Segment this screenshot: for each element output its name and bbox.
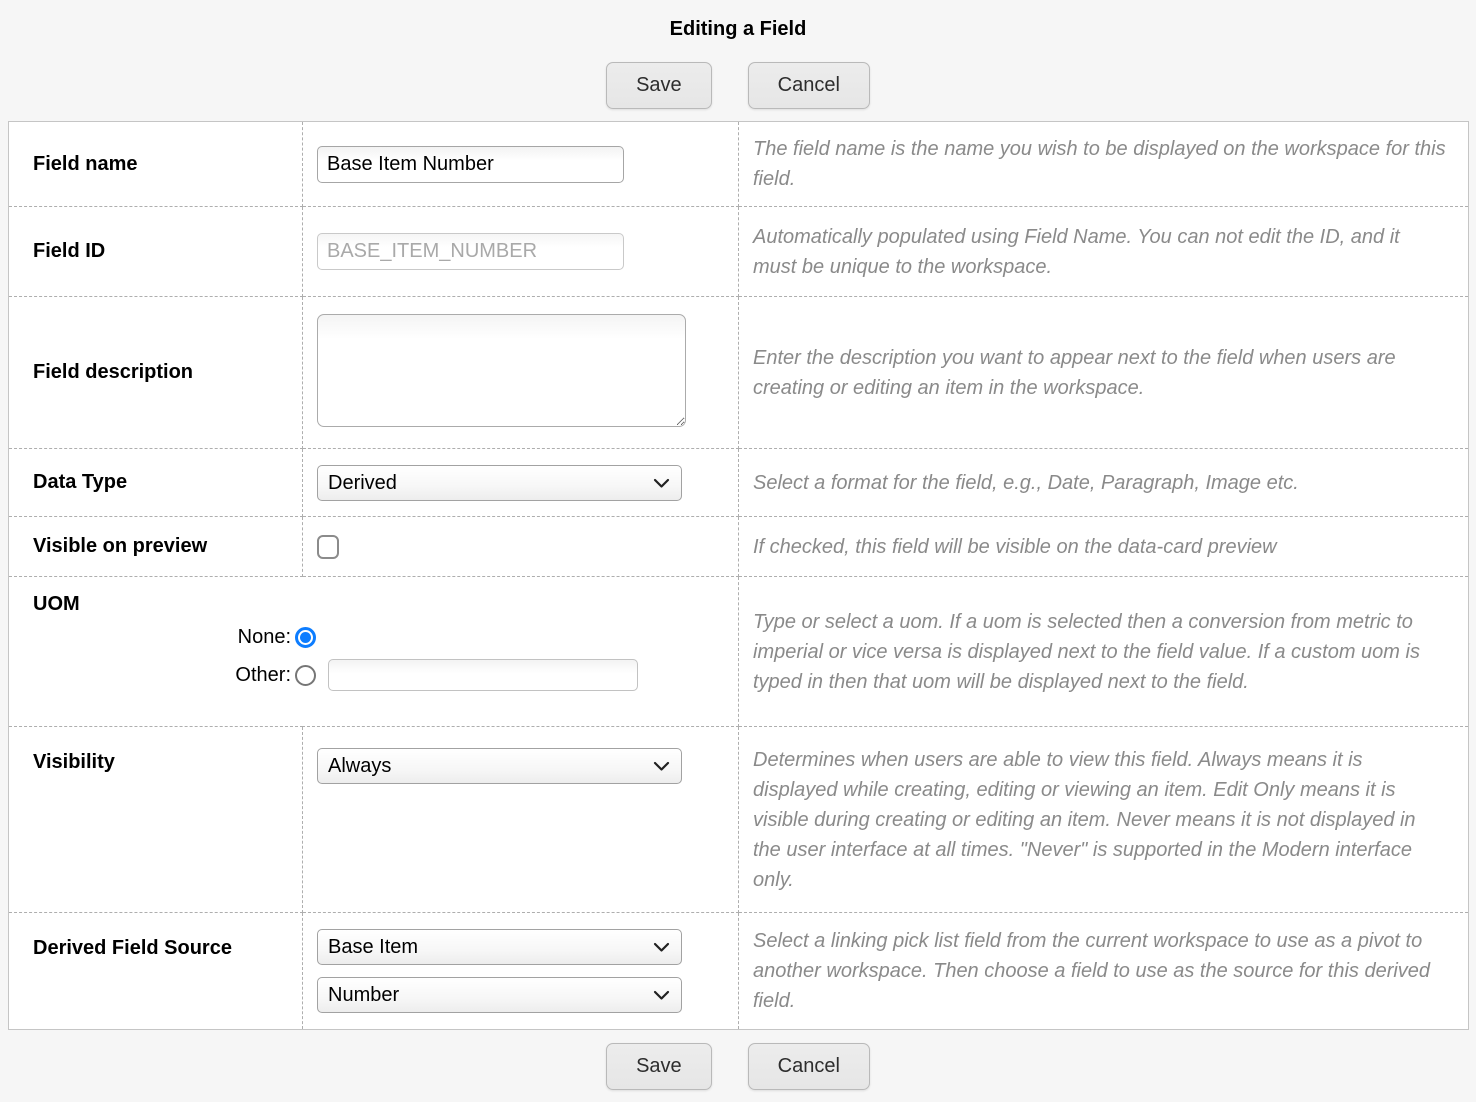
derived-pivot-field-select[interactable]: Base Item — [317, 929, 682, 965]
data-type-description: Select a format for the field, e.g., Dat… — [739, 449, 1469, 517]
field-description-description: Enter the description you want to appear… — [739, 297, 1469, 449]
field-name-label: Field name — [9, 122, 303, 207]
uom-other-radio[interactable] — [295, 665, 316, 686]
visibility-description: Determines when users are able to view t… — [739, 727, 1469, 913]
row-data-type: Data Type Derived Select a format for th… — [9, 449, 1469, 517]
page-title: Editing a Field — [0, 0, 1476, 41]
uom-label: UOM — [33, 593, 738, 616]
row-field-description: Field description Enter the description … — [9, 297, 1469, 449]
save-button[interactable]: Save — [606, 1043, 712, 1090]
row-uom: UOM None: Other: Type or select a uom. I… — [9, 577, 1469, 727]
uom-none-label: None: — [33, 626, 295, 649]
uom-other-input[interactable] — [328, 659, 638, 691]
edit-field-page: Editing a Field Save Cancel Field name T… — [0, 0, 1476, 1102]
save-button[interactable]: Save — [606, 62, 712, 109]
top-button-row: Save Cancel — [0, 62, 1476, 109]
row-field-name: Field name The field name is the name yo… — [9, 122, 1469, 207]
row-derived-field-source: Derived Field Source Base Item Number — [9, 913, 1469, 1030]
field-description-label: Field description — [9, 297, 303, 449]
uom-none-radio[interactable] — [295, 627, 316, 648]
visible-on-preview-label: Visible on preview — [9, 517, 303, 577]
data-type-select[interactable]: Derived — [317, 465, 682, 501]
field-id-input — [317, 233, 624, 270]
visible-on-preview-description: If checked, this field will be visible o… — [739, 517, 1469, 577]
row-visible-on-preview: Visible on preview If checked, this fiel… — [9, 517, 1469, 577]
derived-source-field-select[interactable]: Number — [317, 977, 682, 1013]
cancel-button[interactable]: Cancel — [748, 1043, 870, 1090]
field-name-input[interactable] — [317, 146, 624, 183]
uom-other-label: Other: — [33, 664, 295, 687]
cancel-button[interactable]: Cancel — [748, 62, 870, 109]
field-description-textarea[interactable] — [317, 314, 686, 427]
uom-other-option: Other: — [33, 659, 738, 691]
row-visibility: Visibility Always Determines when users … — [9, 727, 1469, 913]
uom-description: Type or select a uom. If a uom is select… — [739, 577, 1469, 727]
data-type-label: Data Type — [9, 449, 303, 517]
row-field-id: Field ID Automatically populated using F… — [9, 207, 1469, 297]
uom-none-option: None: — [33, 626, 738, 649]
derived-field-source-label: Derived Field Source — [9, 913, 303, 1030]
field-id-label: Field ID — [9, 207, 303, 297]
field-id-description: Automatically populated using Field Name… — [739, 207, 1469, 297]
visibility-select[interactable]: Always — [317, 748, 682, 784]
visibility-label: Visibility — [9, 727, 303, 913]
visible-on-preview-checkbox[interactable] — [317, 535, 339, 559]
derived-field-source-description: Select a linking pick list field from th… — [739, 913, 1469, 1030]
bottom-button-row: Save Cancel — [0, 1043, 1476, 1090]
field-name-description: The field name is the name you wish to b… — [739, 122, 1469, 207]
field-editor-table: Field name The field name is the name yo… — [8, 121, 1469, 1030]
